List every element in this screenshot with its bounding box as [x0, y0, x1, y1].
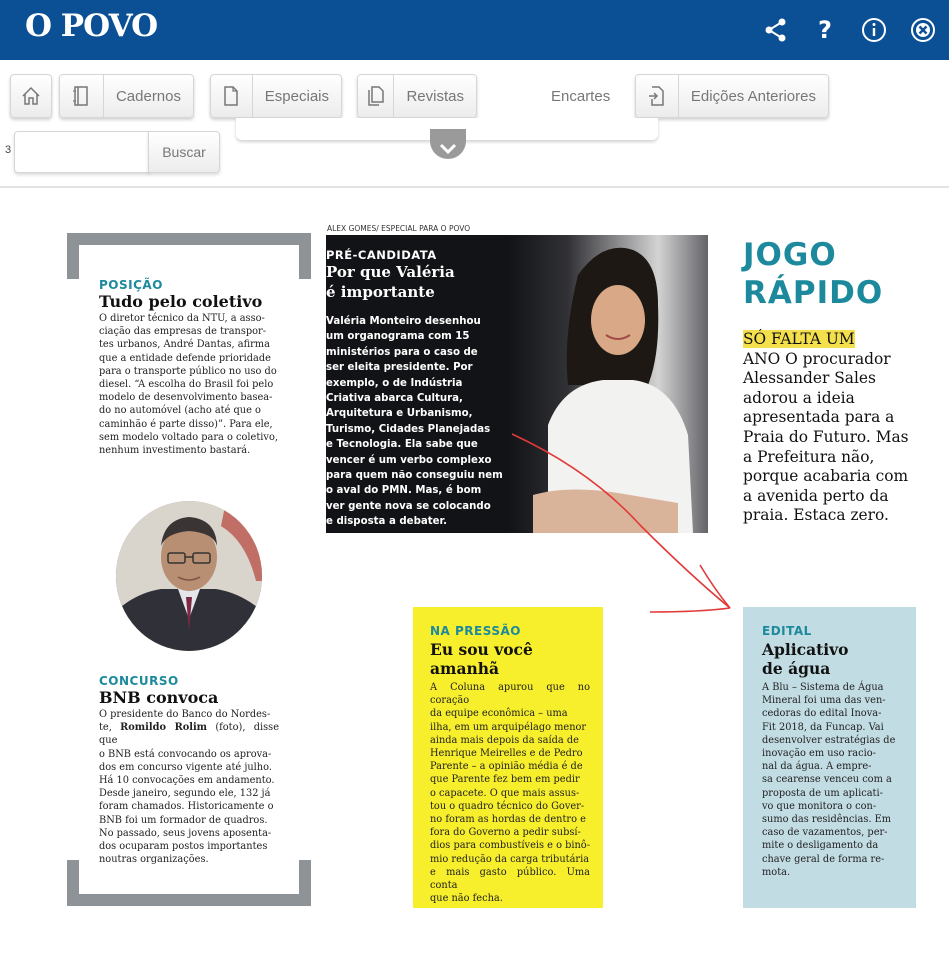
annotation-arrow: [511, 433, 731, 613]
